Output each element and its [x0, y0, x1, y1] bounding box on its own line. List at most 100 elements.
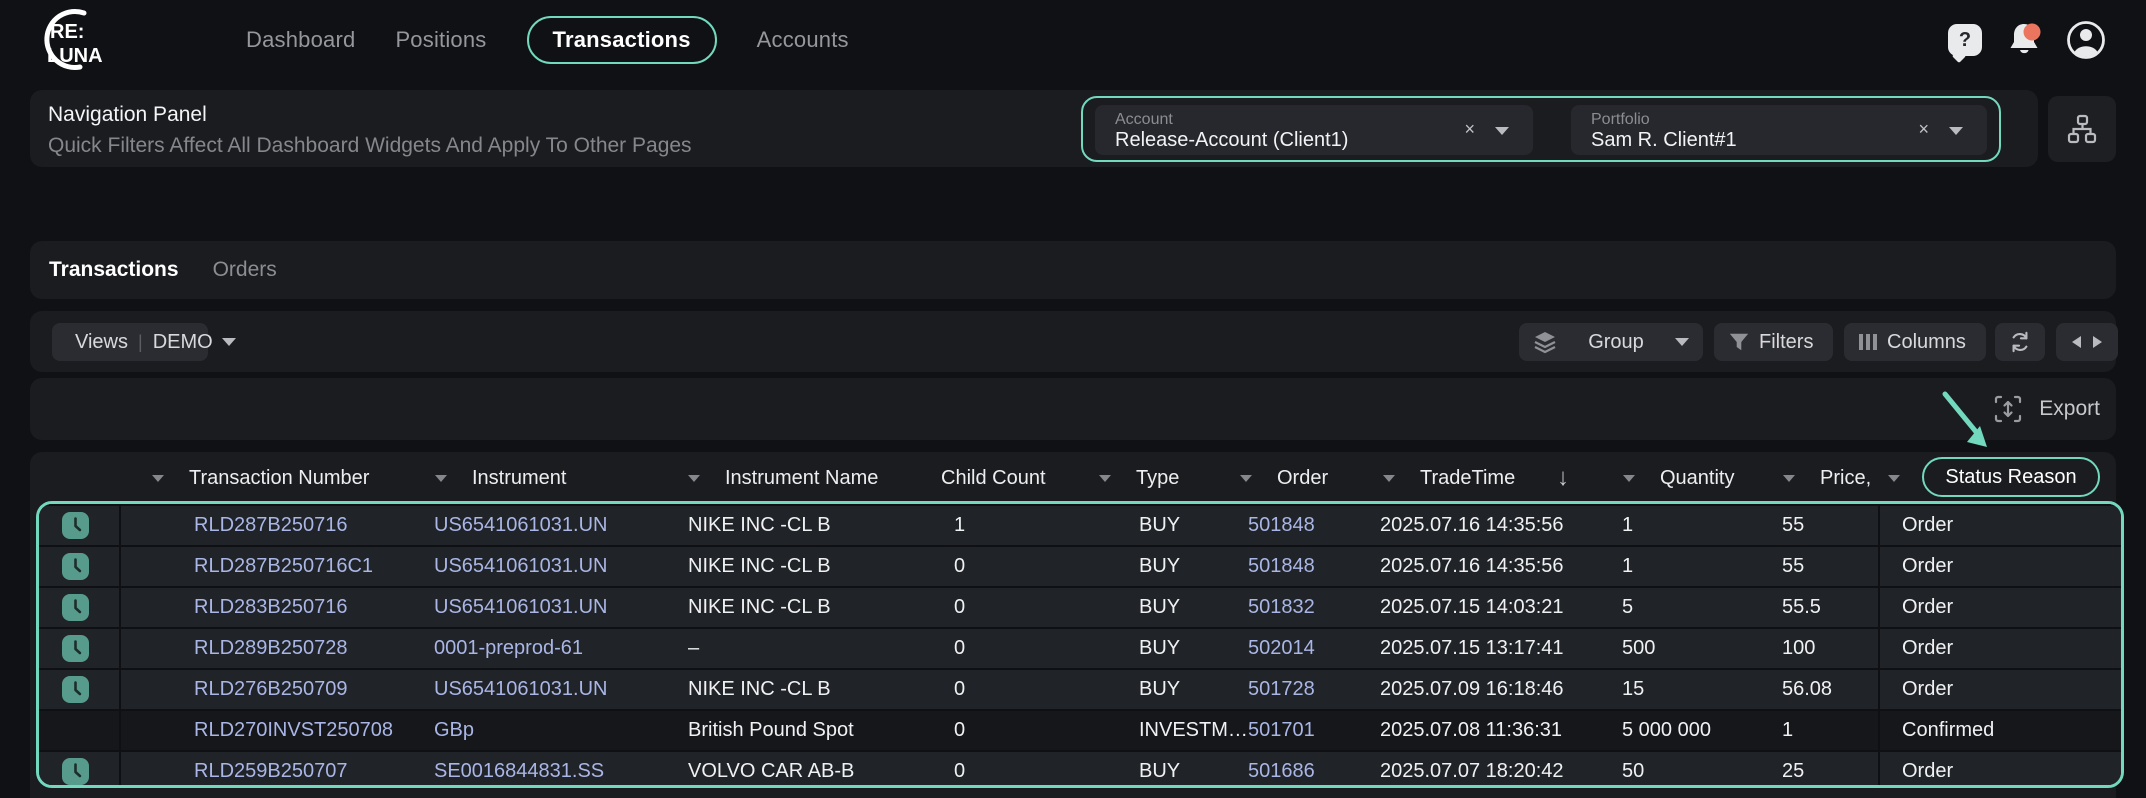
main-nav: Dashboard Positions Transactions Accounts	[246, 0, 849, 80]
column-header[interactable]: Price,	[1820, 455, 1871, 501]
cell-price: 55	[1782, 506, 1804, 545]
nav-item-positions[interactable]: Positions	[395, 27, 486, 53]
cell-instrument-name: NIKE INC -CL B	[688, 547, 831, 586]
cell-child-count: 0	[954, 588, 965, 627]
cell-transaction-number[interactable]: RLD283B250716	[194, 588, 347, 627]
cell-instrument[interactable]: US6541061031.UN	[434, 670, 607, 709]
arrow-right-icon	[2092, 335, 2104, 349]
column-menu-icon[interactable]	[1383, 475, 1395, 482]
cell-child-count: 0	[954, 752, 965, 788]
column-header[interactable]: Type	[1136, 455, 1179, 501]
account-select-label: Account	[1115, 111, 1173, 129]
cell-instrument-name: NIKE INC -CL B	[688, 588, 831, 627]
column-menu-icon[interactable]	[688, 475, 700, 482]
column-header[interactable]: Order	[1277, 455, 1328, 501]
column-menu-icon[interactable]	[1783, 475, 1795, 482]
cell-instrument[interactable]: US6541061031.UN	[434, 506, 607, 545]
refresh-button[interactable]	[1995, 323, 2045, 361]
cell-order[interactable]: 501848	[1248, 506, 1315, 545]
table-row[interactable]: RLD289B2507280001-preprod-61–0BUY5020142…	[39, 627, 2121, 668]
cell-transaction-number[interactable]: RLD287B250716	[194, 506, 347, 545]
cell-order[interactable]: 501686	[1248, 752, 1315, 788]
sort-desc-icon[interactable]: ↓	[1557, 455, 1569, 501]
cell-instrument[interactable]: US6541061031.UN	[434, 588, 607, 627]
cell-order[interactable]: 501701	[1248, 711, 1315, 750]
portfolio-select[interactable]: Portfolio Sam R. Client#1 ×	[1571, 105, 1987, 155]
cell-transaction-number[interactable]: RLD276B250709	[194, 670, 347, 709]
cell-quantity: 5	[1622, 588, 1633, 627]
cell-child-count: 0	[954, 670, 965, 709]
nav-item-transactions[interactable]: Transactions	[527, 16, 717, 64]
cell-type: BUY	[1139, 547, 1180, 586]
nav-item-dashboard[interactable]: Dashboard	[246, 27, 355, 53]
hierarchy-view-button[interactable]	[2048, 96, 2116, 162]
column-header[interactable]: Instrument Name	[725, 455, 878, 501]
cell-transaction-number[interactable]: RLD287B250716C1	[194, 547, 373, 586]
table-row[interactable]: RLD287B250716C1 US6541061031.UN NIKE INC -…	[39, 545, 2121, 586]
reluna-logo[interactable]: RE: LUNA	[24, 8, 120, 72]
table-row[interactable]: RLD259B250707 SE0016844831.SS VOLVO CAR AB…	[39, 750, 2121, 788]
table-row[interactable]: RLD270INVST250708GBpBritish Pound Spot0I…	[39, 709, 2121, 750]
table-row[interactable]: RLD283B250716 US6541061031.UN NIKE INC -CL…	[39, 586, 2121, 627]
clear-icon[interactable]: ×	[1918, 119, 1929, 140]
column-menu-icon[interactable]	[435, 475, 447, 482]
column-menu-icon[interactable]	[152, 475, 164, 482]
sub-tabs-bar: Transactions Orders	[30, 241, 2116, 299]
export-button[interactable]: Export	[1993, 378, 2100, 440]
column-menu-icon[interactable]	[1623, 475, 1635, 482]
help-icon[interactable]: ?	[1948, 24, 1982, 56]
cell-type: BUY	[1139, 506, 1180, 545]
nav-item-accounts[interactable]: Accounts	[757, 27, 849, 53]
export-label: Export	[2039, 397, 2100, 421]
group-button[interactable]: Group	[1519, 323, 1703, 361]
views-value: DEMO	[153, 331, 213, 354]
table-row[interactable]: RLD287B250716US6541061031.UNNIKE INC -CL…	[39, 504, 2121, 545]
account-select[interactable]: Account Release-Account (Client1) ×	[1095, 105, 1533, 155]
column-header[interactable]: Child Count	[941, 455, 1046, 501]
cell-instrument-name: VOLVO CAR AB-B	[688, 752, 854, 788]
topbar-icons: ?	[1948, 0, 2106, 80]
column-header[interactable]: TradeTime	[1420, 455, 1515, 501]
cell-instrument[interactable]: US6541061031.UN	[434, 547, 607, 586]
column-menu-icon[interactable]	[1240, 475, 1252, 482]
column-header-status-reason[interactable]: Status Reason	[1922, 457, 2100, 497]
columns-button[interactable]: Columns	[1844, 323, 1986, 361]
columns-icon	[1858, 332, 1878, 352]
cell-instrument[interactable]: 0001-preprod-61	[434, 629, 583, 668]
cell-order[interactable]: 501832	[1248, 588, 1315, 627]
table-row[interactable]: RLD276B250709US6541061031.UNNIKE INC -CL…	[39, 668, 2121, 709]
clock-icon	[62, 594, 89, 621]
views-button[interactable]: Views | DEMO	[52, 323, 208, 361]
column-header[interactable]: Instrument	[472, 455, 566, 501]
clear-icon[interactable]: ×	[1464, 119, 1475, 140]
cell-trade-time: 2025.07.08 11:36:31	[1380, 711, 1562, 750]
cell-status-reason: Order	[1902, 629, 1953, 668]
filters-button[interactable]: Filters	[1714, 323, 1833, 361]
panel-title: Navigation Panel	[48, 103, 207, 127]
chevron-down-icon	[222, 338, 236, 346]
cell-status-reason: Order	[1902, 506, 1953, 545]
cell-order[interactable]: 501728	[1248, 670, 1315, 709]
column-divider	[119, 504, 121, 785]
cell-type: BUY	[1139, 588, 1180, 627]
column-header[interactable]: Quantity	[1660, 455, 1734, 501]
cell-instrument[interactable]: SE0016844831.SS	[434, 752, 604, 788]
cell-transaction-number[interactable]: RLD289B250728	[194, 629, 347, 668]
column-header[interactable]: Transaction Number	[189, 455, 369, 501]
cell-quantity: 1	[1622, 506, 1633, 545]
column-menu-icon[interactable]	[1888, 475, 1900, 482]
pagination-arrows-button[interactable]	[2056, 323, 2118, 361]
chevron-down-icon[interactable]	[1495, 127, 1509, 135]
cell-order[interactable]: 501848	[1248, 547, 1315, 586]
chevron-down-icon[interactable]	[1949, 127, 1963, 135]
cell-transaction-number[interactable]: RLD270INVST250708	[194, 711, 393, 750]
cell-instrument[interactable]: GBp	[434, 711, 474, 750]
cell-order[interactable]: 502014	[1248, 629, 1315, 668]
column-menu-icon[interactable]	[1099, 475, 1111, 482]
cell-transaction-number[interactable]: RLD259B250707	[194, 752, 347, 788]
tab-orders[interactable]: Orders	[213, 258, 277, 282]
notifications-bell-icon[interactable]	[2004, 20, 2044, 60]
tab-transactions[interactable]: Transactions	[49, 258, 179, 282]
user-avatar-icon[interactable]	[2066, 20, 2106, 60]
cell-quantity: 1	[1622, 547, 1633, 586]
